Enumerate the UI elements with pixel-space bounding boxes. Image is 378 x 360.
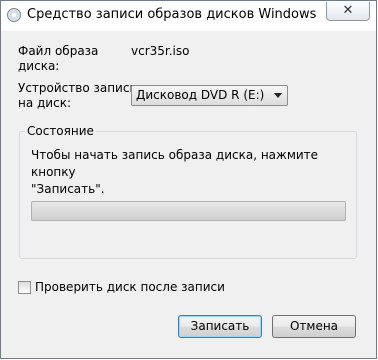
title-bar[interactable]: Средство записи образов дисков Windows ✕ [1, 1, 376, 31]
device-select-value: Дисковод DVD R (E:) [136, 88, 265, 102]
image-file-label-line2: диска: [18, 59, 60, 73]
burn-button[interactable]: Записать [178, 315, 262, 338]
device-label: Устройство записи на диск: [18, 81, 137, 111]
chevron-down-icon [274, 93, 282, 98]
device-label-line1: Устройство записи [18, 81, 138, 95]
burn-progress-bar [31, 201, 346, 221]
close-button[interactable]: ✕ [326, 2, 370, 21]
close-icon: ✕ [342, 3, 354, 18]
image-file-value: vcr35r.iso [131, 44, 190, 58]
window-title: Средство записи образов дисков Windows [27, 7, 317, 22]
verify-checkbox-label[interactable]: Проверить диск после записи [35, 280, 225, 294]
cancel-button[interactable]: Отмена [272, 315, 356, 338]
status-caption: Состояние [25, 124, 96, 138]
device-select[interactable]: Дисковод DVD R (E:) [131, 85, 288, 106]
verify-checkbox[interactable] [18, 281, 31, 294]
image-file-label: Файл образа диска: [18, 44, 98, 74]
image-file-label-line1: Файл образа [18, 44, 99, 58]
disc-burner-icon [7, 8, 21, 22]
burner-dialog: Средство записи образов дисков Windows ✕… [0, 0, 377, 359]
status-message: Чтобы начать запись образа диска, нажмит… [31, 148, 319, 196]
device-label-line2: на диск: [18, 96, 71, 110]
